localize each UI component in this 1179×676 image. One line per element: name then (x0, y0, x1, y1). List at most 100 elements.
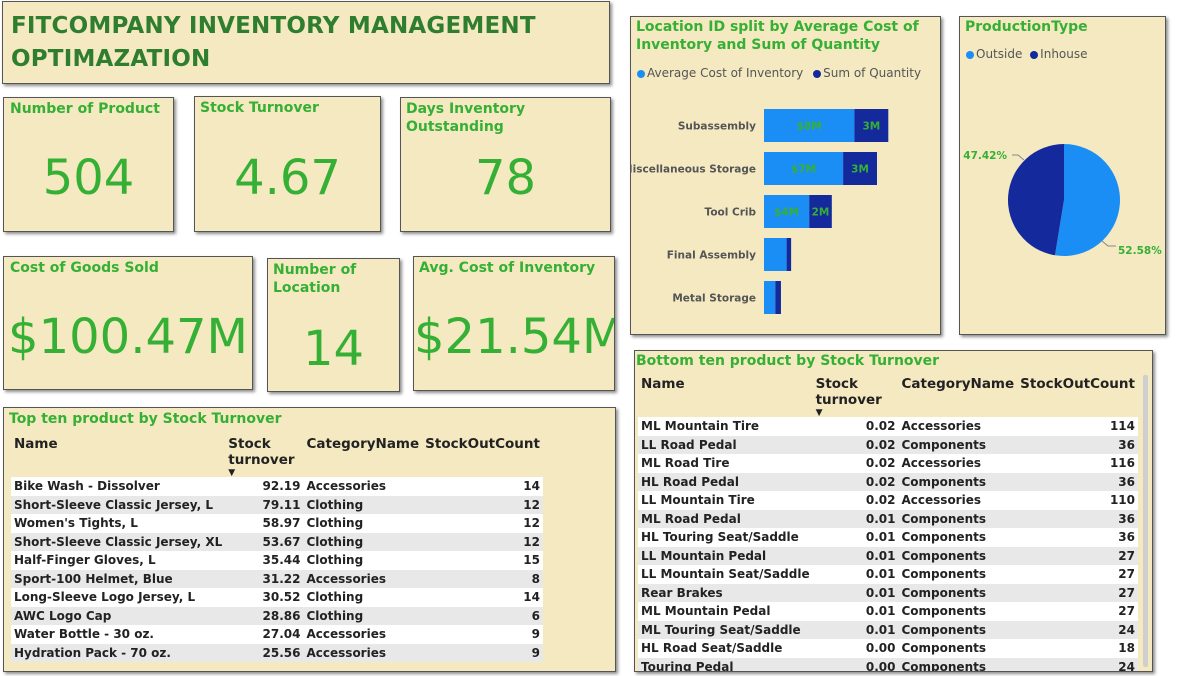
bar-segment (775, 281, 781, 314)
column-header-stock-turnover[interactable]: Stock turnover ▼ (813, 373, 899, 418)
cell-stock-turnover: 53.67 (225, 532, 304, 551)
table-row[interactable]: Bike Wash - Dissolver 92.19 Accessories 14 (11, 477, 543, 496)
kpi-number-of-product: Number of Product 504 (3, 97, 174, 232)
table-row[interactable]: Short-Sleeve Classic Jersey, L 79.11 Cloth… (11, 495, 543, 514)
cell-stock-turnover: 0.01 (812, 602, 899, 621)
cell-stock-turnover: 0.01 (812, 565, 899, 584)
category-label: Miscellaneous Storage (631, 164, 756, 176)
kpi-days-inventory-outstanding: Days Inventory Outstanding 78 (400, 97, 611, 232)
cell-stock-turnover: 30.52 (225, 588, 304, 607)
pie-label-inhouse: 47.42% (963, 150, 1007, 162)
cell-category: Clothing (303, 495, 423, 514)
cell-stockout-count: 12 (422, 495, 543, 514)
column-header-stockout[interactable]: StockOutCount (422, 433, 543, 477)
title-card: FITCOMPANY INVENTORY MANAGEMENT OPTIMAZA… (2, 1, 610, 84)
cell-stockout-count: 27 (1017, 546, 1138, 565)
kpi-label: Days Inventory Outstanding (406, 101, 526, 135)
cell-stockout-count: 18 (1017, 639, 1138, 658)
table-row[interactable]: ML Road Pedal 0.01 Components 36 (638, 509, 1138, 528)
cell-stockout-count: 12 (422, 514, 543, 533)
cell-stock-turnover: 0.02 (812, 472, 899, 491)
vertical-scrollbar[interactable] (1143, 375, 1148, 667)
cell-stockout-count: 24 (1017, 620, 1138, 639)
cell-stockout-count: 14 (422, 588, 543, 607)
table-row[interactable]: HL Road Seat/Saddle 0.00 Components 18 (638, 639, 1138, 658)
cell-stock-turnover: 27.04 (225, 625, 304, 644)
cell-name: ML Mountain Pedal (638, 602, 813, 621)
cell-name: Women's Tights, L (11, 514, 226, 533)
cell-stock-turnover: 25.56 (225, 643, 304, 662)
cell-category: Clothing (303, 551, 423, 570)
cell-category: Accessories (898, 417, 1018, 436)
cell-stock-turnover: 28.86 (225, 606, 304, 625)
data-label: $8M (797, 121, 822, 133)
cell-stockout-count: 6 (422, 606, 543, 625)
cell-category: Components (898, 657, 1018, 671)
table-row[interactable]: Hydration Pack - 70 oz. 25.56 Accessories 9 (11, 643, 543, 662)
bar-segment (786, 238, 792, 271)
cell-category: Components (898, 639, 1018, 658)
cell-name: ML Road Tire (638, 454, 813, 473)
cell-category: Components (898, 602, 1018, 621)
pie-label-outside: 52.58% (1118, 245, 1162, 257)
cell-category: Clothing (303, 514, 423, 533)
column-header-category[interactable]: CategoryName (304, 433, 423, 477)
table-row[interactable]: ML Mountain Tire 0.02 Accessories 114 (638, 417, 1138, 436)
table-row[interactable]: ML Road Tire 0.02 Accessories 116 (638, 454, 1138, 473)
top-ten-table: Name Stock turnover ▼ CategoryName StockO… (11, 433, 543, 662)
cell-stockout-count: 12 (422, 532, 543, 551)
cell-stockout-count: 27 (1017, 583, 1138, 602)
table-row[interactable]: HL Touring Seat/Saddle 0.01 Components 36 (638, 528, 1138, 547)
cell-stockout-count: 36 (1017, 472, 1138, 491)
table-row[interactable]: Touring Pedal 0.00 Components 24 (638, 657, 1138, 671)
table-row[interactable]: HL Road Pedal 0.02 Components 36 (638, 472, 1138, 491)
leader-line-inhouse (1012, 154, 1025, 161)
kpi-label: Stock Turnover (200, 100, 319, 116)
pie-slice-inhouse (1007, 144, 1064, 256)
kpi-value: 78 (474, 150, 537, 206)
cell-stock-turnover: 0.02 (812, 454, 899, 473)
bar-segment (764, 281, 776, 314)
cell-name: HL Touring Seat/Saddle (638, 528, 813, 547)
column-header-category[interactable]: CategoryName (899, 373, 1018, 417)
cell-name: Sport-100 Helmet, Blue (11, 569, 226, 588)
table-row[interactable]: Sport-100 Helmet, Blue 31.22 Accessories 8 (11, 569, 543, 588)
table-row[interactable]: LL Mountain Tire 0.02 Accessories 110 (638, 491, 1138, 510)
category-label: Metal Storage (672, 293, 756, 305)
table-row[interactable]: LL Mountain Pedal 0.01 Components 27 (638, 546, 1138, 565)
cell-stockout-count: 27 (1017, 565, 1138, 584)
data-label: $7M (791, 164, 816, 176)
column-header-stockout[interactable]: StockOutCount (1017, 373, 1138, 417)
table-row[interactable]: Rear Brakes 0.01 Components 27 (638, 583, 1138, 602)
column-header-stock-turnover[interactable]: Stock turnover ▼ (225, 433, 303, 478)
cell-name: Short-Sleeve Classic Jersey, L (11, 495, 226, 514)
table-row[interactable]: Short-Sleeve Classic Jersey, XL 53.67 Clot… (11, 532, 543, 551)
cell-category: Components (898, 509, 1018, 528)
cell-stockout-count: 9 (422, 625, 543, 644)
column-header-name[interactable]: Name (11, 433, 225, 477)
cell-stock-turnover: 0.00 (812, 657, 899, 671)
table-row[interactable]: Half-Finger Gloves, L 35.44 Clothing 15 (11, 551, 543, 570)
cell-stock-turnover: 0.01 (812, 620, 899, 639)
table-row[interactable]: LL Mountain Seat/Saddle 0.01 Components 27 (638, 565, 1138, 584)
kpi-value: $100.47M (8, 309, 248, 365)
kpi-cost-of-goods-sold: Cost of Goods Sold $100.47M (3, 256, 253, 390)
cell-category: Components (898, 472, 1018, 491)
table-row[interactable]: Water Bottle - 30 oz. 27.04 Accessories 9 (11, 625, 543, 644)
cell-category: Components (898, 528, 1018, 547)
kpi-value: 504 (42, 150, 135, 206)
table-row[interactable]: ML Touring Seat/Saddle 0.01 Components 24 (638, 620, 1138, 639)
cell-stockout-count: 36 (1017, 435, 1138, 454)
table-row[interactable]: Women's Tights, L 58.97 Clothing 12 (11, 514, 543, 533)
cell-name: HL Road Seat/Saddle (638, 639, 813, 658)
cell-stock-turnover: 0.02 (812, 491, 899, 510)
cell-name: Short-Sleeve Classic Jersey, XL (11, 532, 226, 551)
table-row[interactable]: AWC Logo Cap 28.86 Clothing 6 (11, 606, 543, 625)
column-header-name[interactable]: Name (638, 373, 813, 417)
table-row[interactable]: Long-Sleeve Logo Jersey, L 30.52 Clothing 1… (11, 588, 543, 607)
table-row[interactable]: LL Road Pedal 0.02 Components 36 (638, 435, 1138, 454)
cell-stock-turnover: 0.02 (812, 435, 899, 454)
cell-stockout-count: 36 (1017, 509, 1138, 528)
table-row[interactable]: ML Mountain Pedal 0.01 Components 27 (638, 602, 1138, 621)
cell-category: Accessories (303, 625, 423, 644)
